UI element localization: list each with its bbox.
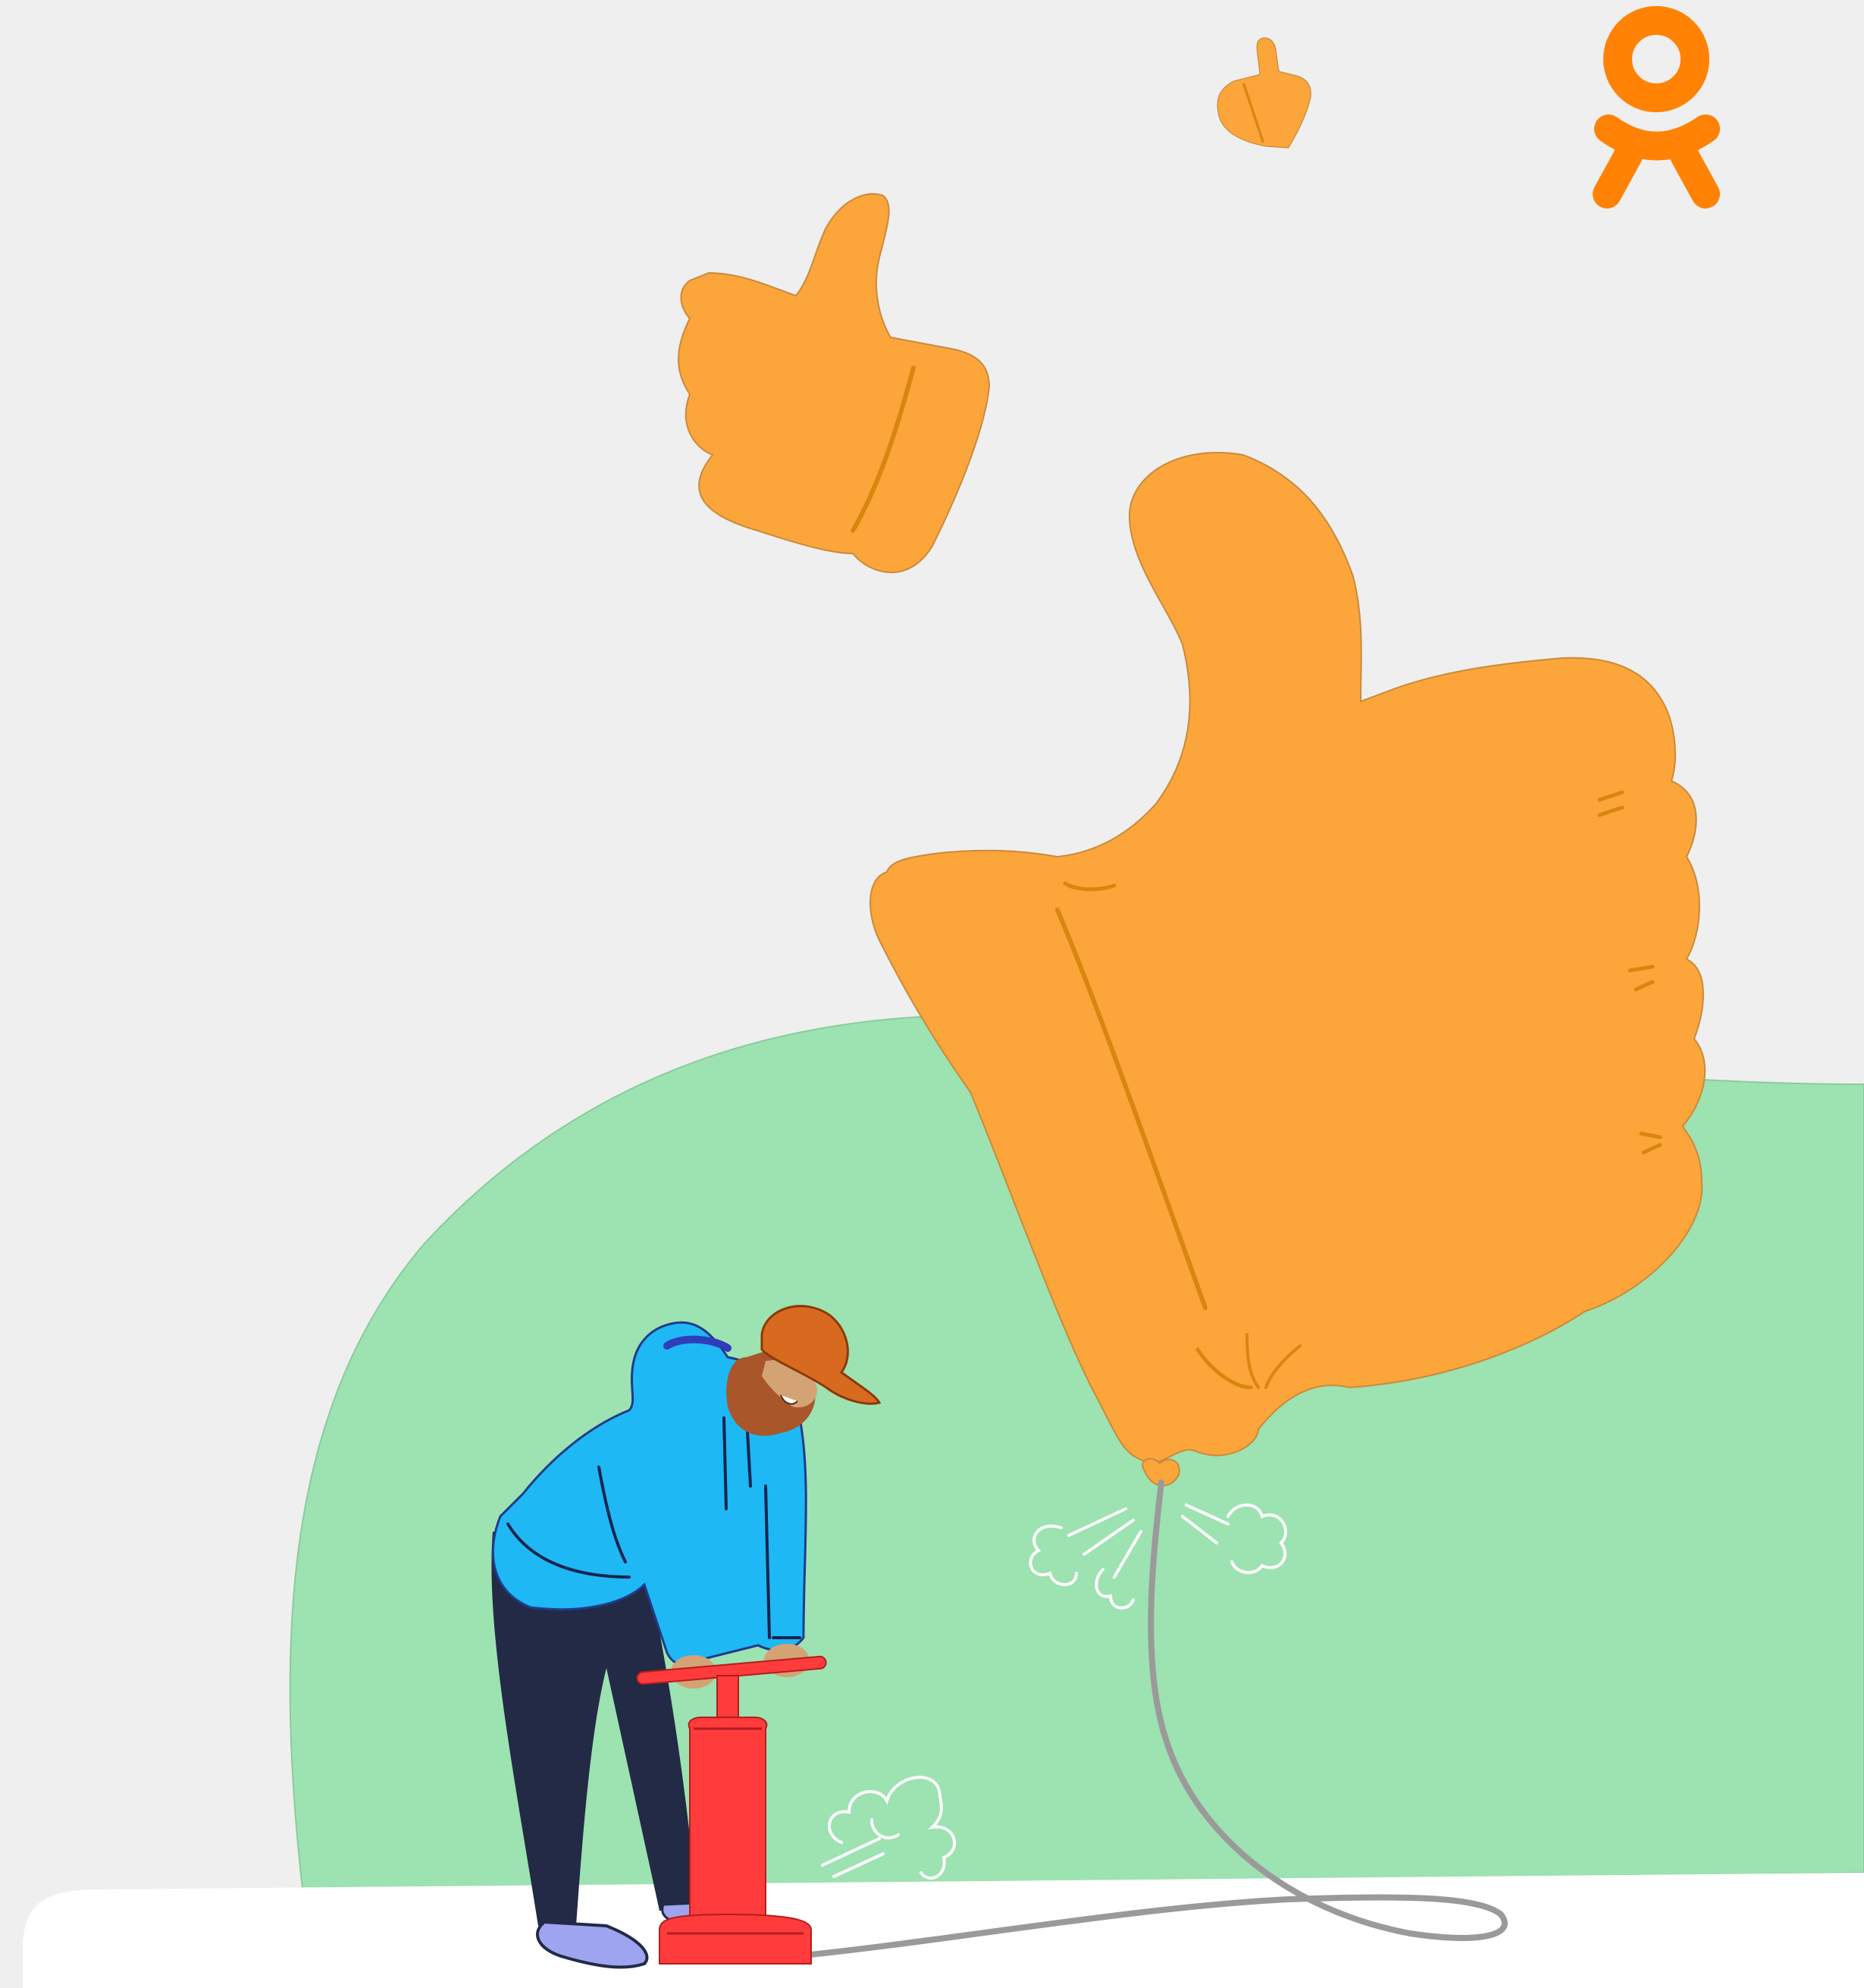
floor — [23, 1873, 1864, 1988]
illustration-canvas — [0, 0, 1864, 1988]
